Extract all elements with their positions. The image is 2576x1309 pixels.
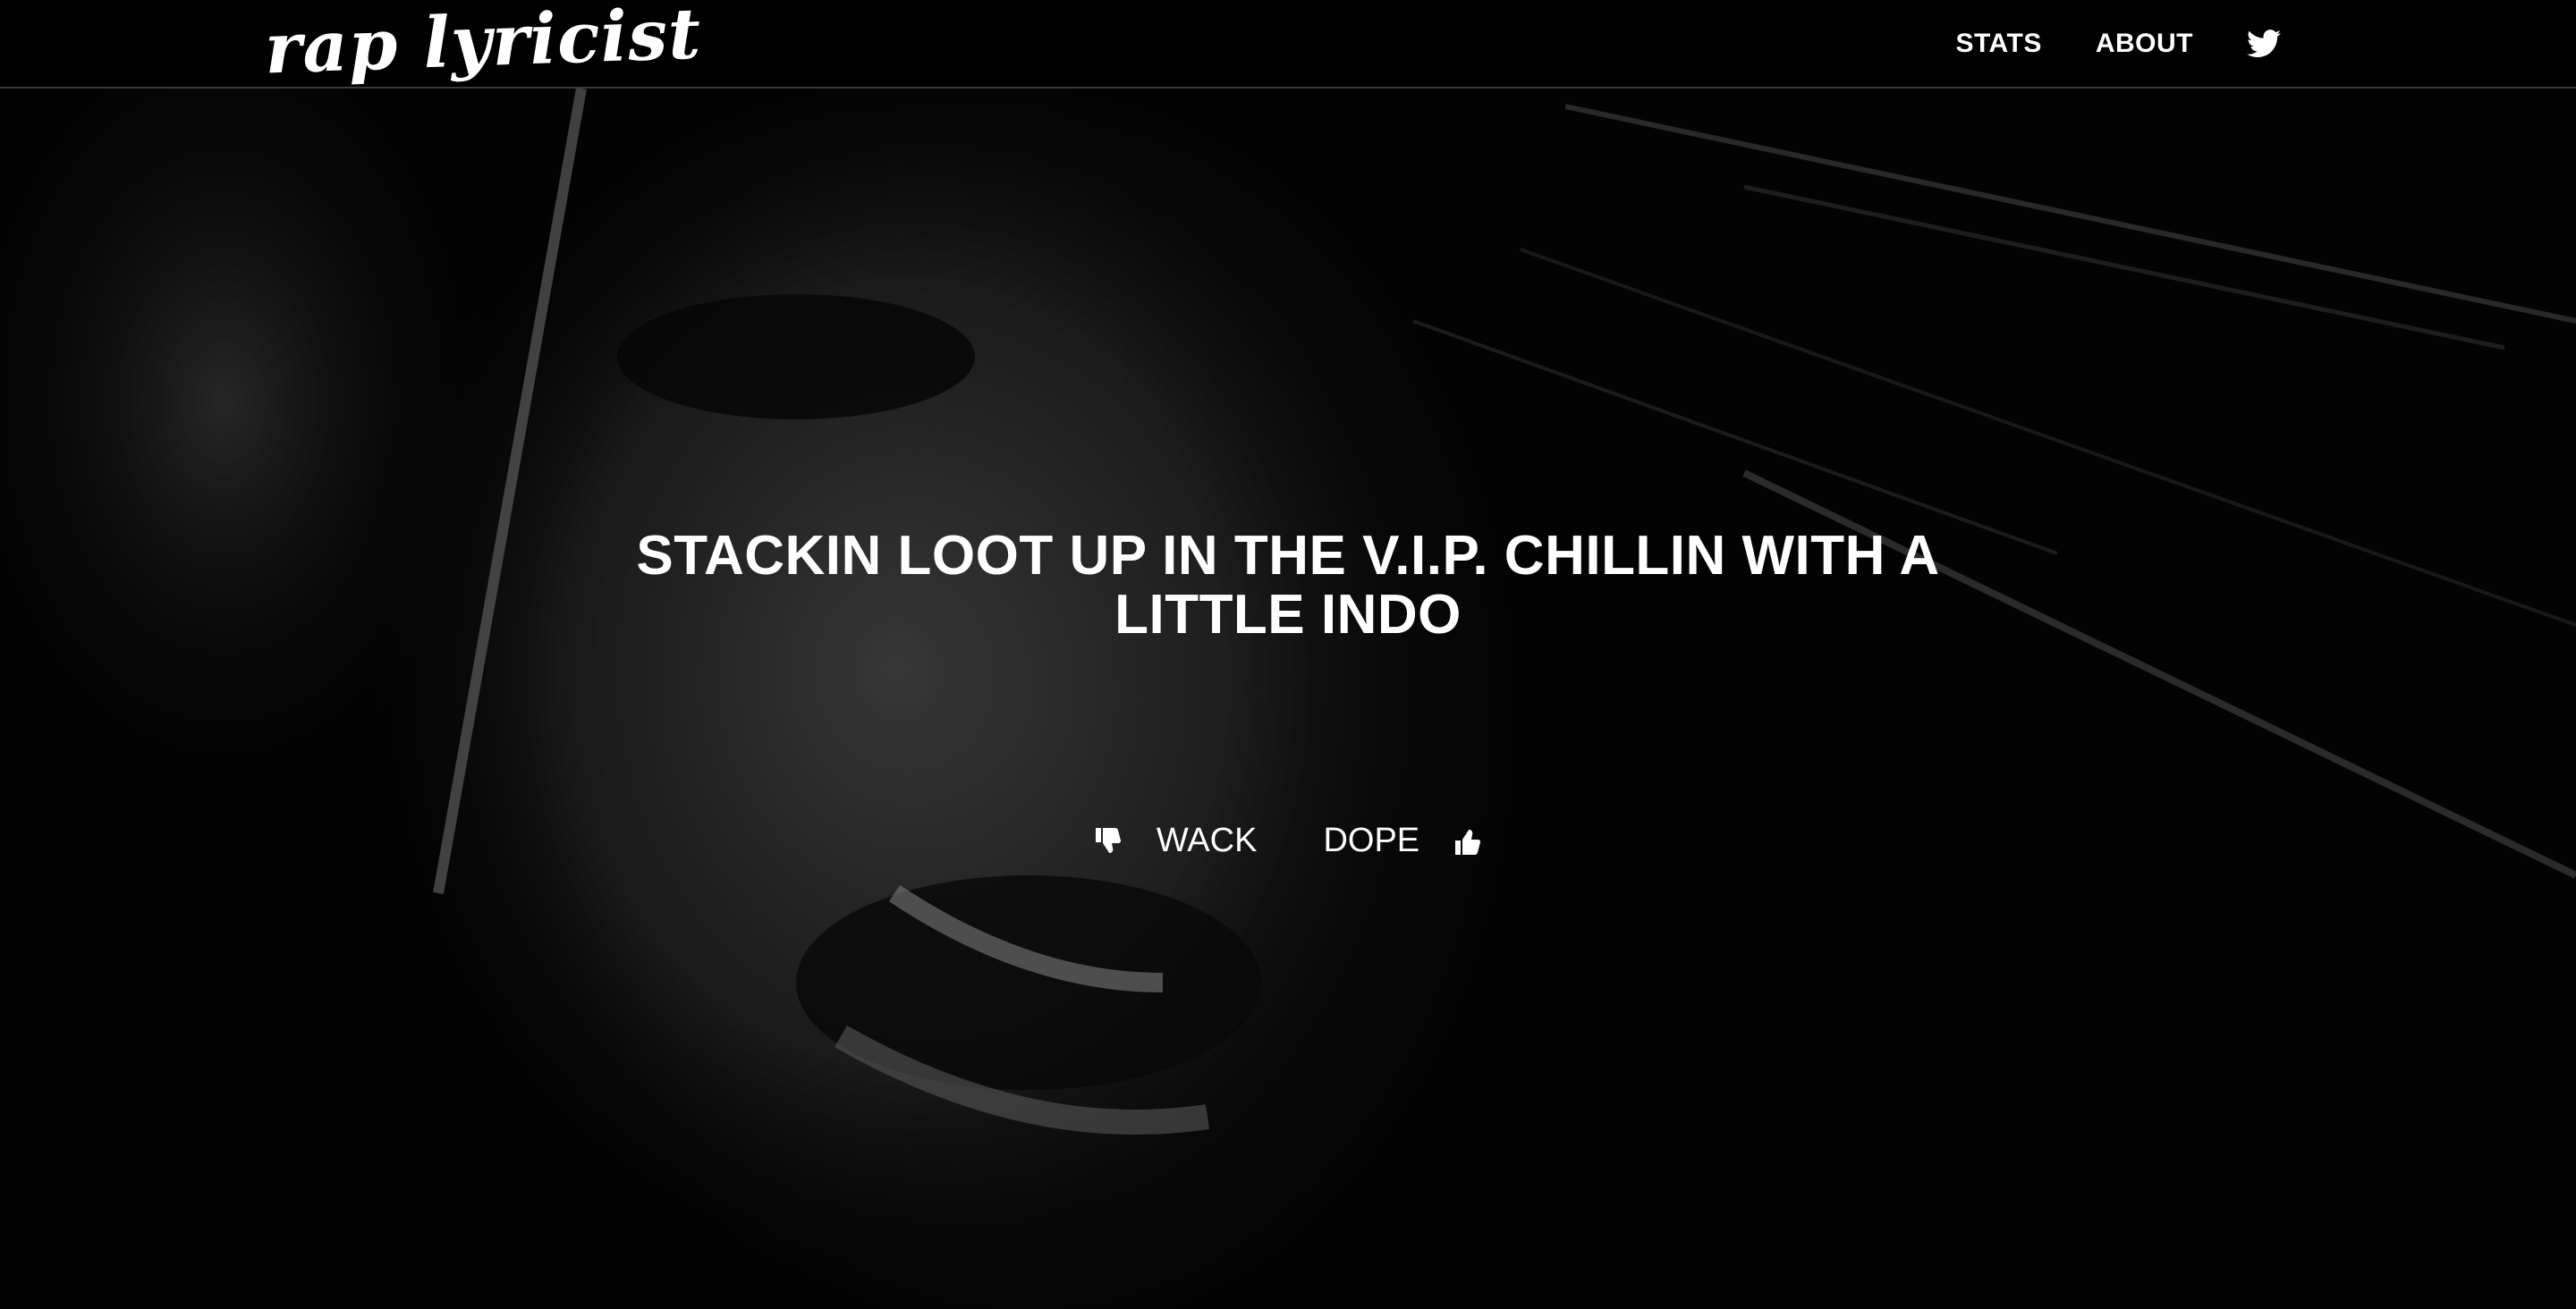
twitter-icon[interactable] (2247, 28, 2283, 60)
page: rap lyricist STATS ABOUT STACKIN LOOT UP… (0, 0, 2576, 1309)
nav-stats-link[interactable]: STATS (1955, 29, 2041, 59)
dope-button[interactable]: DOPE (1323, 822, 1481, 860)
wack-button[interactable]: WACK (1095, 822, 1258, 860)
top-navbar: rap lyricist STATS ABOUT (0, 0, 2576, 89)
hero-background-image (0, 89, 2576, 1309)
wack-label: WACK (1156, 822, 1258, 859)
vote-controls: WACK DOPE (0, 822, 2576, 860)
nav-links: STATS ABOUT (1955, 0, 2283, 87)
dope-label: DOPE (1323, 822, 1420, 859)
lyric-text: STACKIN LOOT UP IN THE V.I.P. CHILLIN WI… (636, 525, 1940, 646)
thumbs-up-icon (1455, 828, 1481, 855)
thumbs-down-icon (1095, 827, 1121, 855)
site-logo[interactable]: rap lyricist (264, 0, 703, 89)
hero-section: STACKIN LOOT UP IN THE V.I.P. CHILLIN WI… (0, 89, 2576, 1309)
nav-about-link[interactable]: ABOUT (2096, 29, 2193, 59)
